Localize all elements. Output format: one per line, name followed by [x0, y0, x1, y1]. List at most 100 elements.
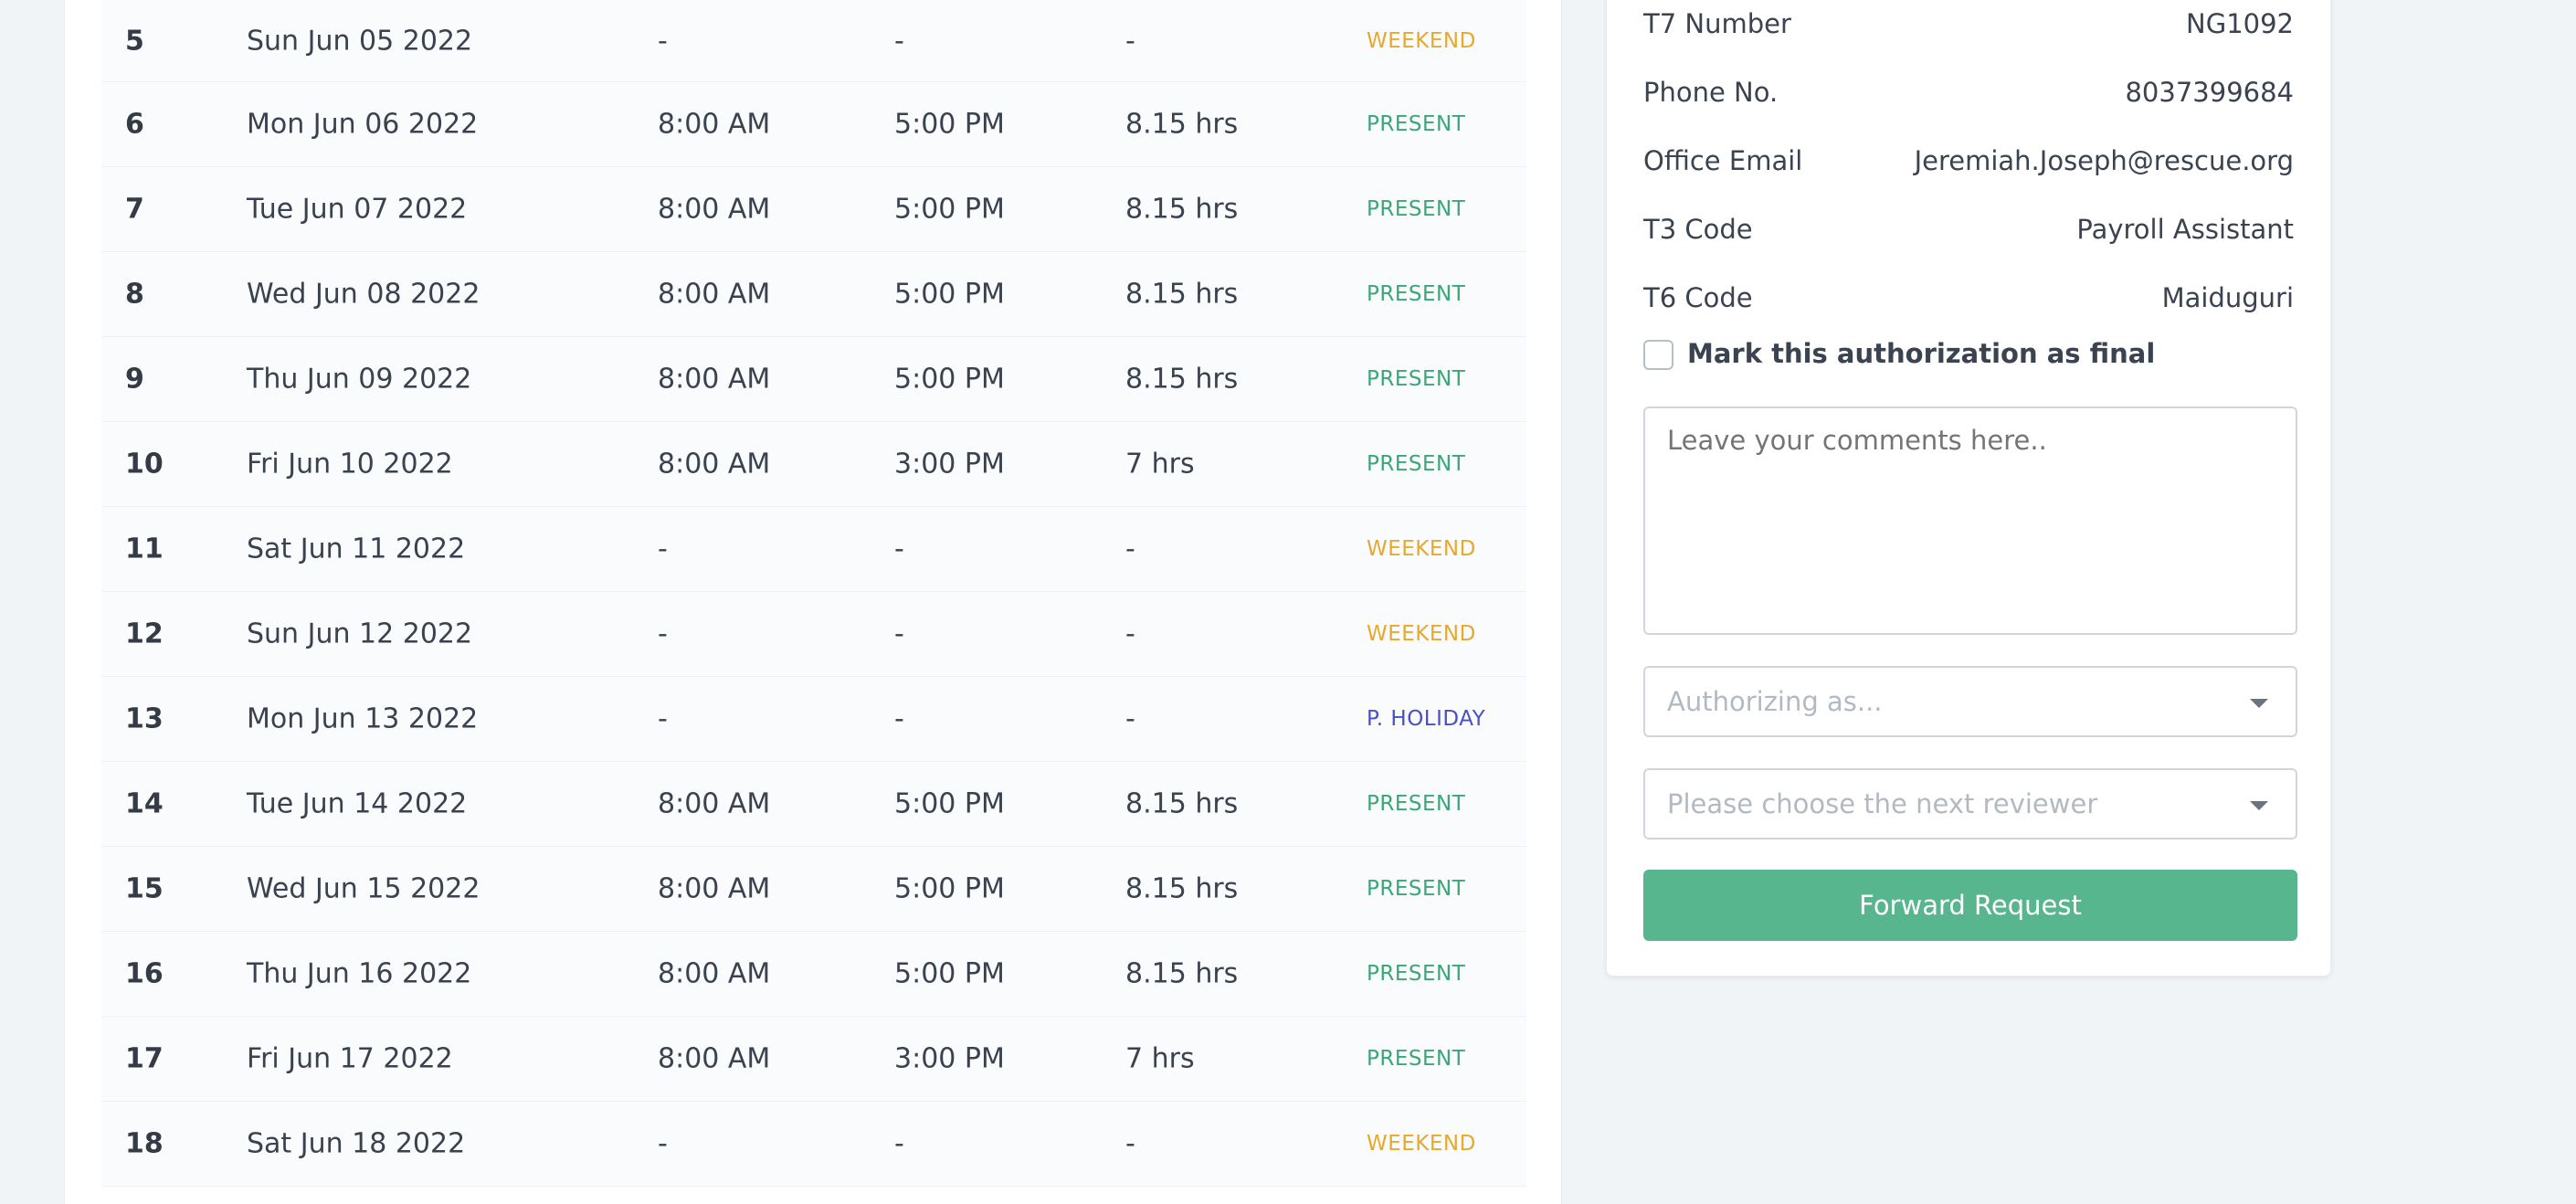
authorizing-as-placeholder: Authorizing as... — [1667, 686, 1883, 717]
row-hours: 8.15 hrs — [1125, 872, 1239, 905]
row-hours: 8.15 hrs — [1125, 108, 1239, 141]
row-number: 15 — [125, 872, 164, 905]
status-badge: PRESENT — [1367, 282, 1466, 306]
row-date: Sun Jun 12 2022 — [247, 618, 473, 650]
row-time-in: 8:00 AM — [658, 1042, 771, 1075]
row-hours: - — [1125, 533, 1135, 565]
info-value: Payroll Assistant — [2076, 214, 2294, 245]
row-time-out: 5:00 PM — [894, 787, 1005, 820]
info-row-t6-code: T6 Code Maiduguri — [1643, 282, 2294, 319]
status-badge: PRESENT — [1367, 877, 1466, 901]
table-row: 7 Tue Jun 07 2022 8:00 AM 5:00 PM 8.15 hrs PR… — [101, 167, 1526, 252]
row-time-out: - — [894, 618, 904, 650]
final-authorization-checkbox[interactable] — [1643, 340, 1673, 370]
row-time-in: 8:00 AM — [658, 957, 771, 990]
row-number: 8 — [125, 278, 144, 311]
info-value: Jeremiah.Joseph@rescue.org — [1914, 145, 2294, 176]
row-hours: 8.15 hrs — [1125, 278, 1239, 311]
chevron-down-icon — [2250, 801, 2268, 810]
row-number: 9 — [125, 363, 144, 396]
table-row: 10 Fri Jun 10 2022 8:00 AM 3:00 PM 7 hrs PRES… — [101, 422, 1526, 507]
comments-textarea[interactable] — [1643, 407, 2297, 635]
row-time-in: - — [658, 533, 668, 565]
row-date: Tue Jun 07 2022 — [247, 193, 468, 226]
row-date: Fri Jun 10 2022 — [247, 448, 453, 481]
final-authorization-label[interactable]: Mark this authorization as final — [1687, 338, 2155, 369]
row-number: 11 — [125, 533, 164, 565]
row-time-in: - — [658, 1127, 668, 1160]
status-badge: PRESENT — [1367, 367, 1466, 391]
chevron-down-icon — [2250, 699, 2268, 708]
row-time-in: 8:00 AM — [658, 872, 771, 905]
table-row: 15 Wed Jun 15 2022 8:00 AM 5:00 PM 8.15 hrs P… — [101, 847, 1526, 932]
attendance-table: 5 Sun Jun 05 2022 - - - WEEKEND 6 Mon Jun 06 20… — [101, 0, 1526, 1187]
table-row: 6 Mon Jun 06 2022 8:00 AM 5:00 PM 8.15 hrs PR… — [101, 82, 1526, 167]
row-number: 13 — [125, 702, 164, 735]
row-number: 18 — [125, 1127, 164, 1160]
row-hours: - — [1125, 25, 1135, 57]
row-date: Wed Jun 08 2022 — [247, 278, 480, 311]
table-row: 16 Thu Jun 16 2022 8:00 AM 5:00 PM 8.15 hrs P… — [101, 932, 1526, 1017]
row-time-out: 5:00 PM — [894, 108, 1005, 141]
table-row: 13 Mon Jun 13 2022 - - - P. HOLIDAY — [101, 677, 1526, 762]
row-time-out: 5:00 PM — [894, 957, 1005, 990]
row-time-out: 5:00 PM — [894, 363, 1005, 396]
row-time-out: - — [894, 25, 904, 57]
row-time-in: 8:00 AM — [658, 448, 771, 481]
info-value: NG1092 — [2186, 8, 2294, 39]
status-badge: WEEKEND — [1367, 1132, 1476, 1156]
row-hours: - — [1125, 702, 1135, 735]
row-time-out: - — [894, 533, 904, 565]
row-hours: 7 hrs — [1125, 448, 1195, 481]
info-label: Office Email — [1643, 145, 1803, 176]
authorization-panel: T7 Number NG1092 Phone No. 8037399684 Of… — [1606, 0, 2331, 977]
next-reviewer-select[interactable]: Please choose the next reviewer — [1643, 768, 2297, 840]
row-hours: 8.15 hrs — [1125, 363, 1239, 396]
info-row-office-email: Office Email Jeremiah.Joseph@rescue.org — [1643, 145, 2294, 182]
status-badge: WEEKEND — [1367, 537, 1476, 561]
row-number: 10 — [125, 448, 164, 481]
table-row: 5 Sun Jun 05 2022 - - - WEEKEND — [101, 0, 1526, 82]
authorizing-as-select[interactable]: Authorizing as... — [1643, 666, 2297, 737]
row-time-out: 3:00 PM — [894, 1042, 1005, 1075]
table-row: 14 Tue Jun 14 2022 8:00 AM 5:00 PM 8.15 hrs P… — [101, 762, 1526, 847]
status-badge: PRESENT — [1367, 962, 1466, 986]
row-date: Sat Jun 11 2022 — [247, 533, 466, 565]
row-time-in: - — [658, 618, 668, 650]
row-time-in: - — [658, 25, 668, 57]
attendance-card: 5 Sun Jun 05 2022 - - - WEEKEND 6 Mon Jun 06 20… — [64, 0, 1562, 1204]
row-date: Sat Jun 18 2022 — [247, 1127, 466, 1160]
row-time-in: 8:00 AM — [658, 108, 771, 141]
row-number: 7 — [125, 193, 144, 226]
status-badge: WEEKEND — [1367, 28, 1476, 53]
info-value: Maiduguri — [2161, 282, 2294, 313]
forward-request-button[interactable]: Forward Request — [1643, 870, 2297, 941]
status-badge: WEEKEND — [1367, 622, 1476, 646]
row-hours: - — [1125, 1127, 1135, 1160]
row-date: Thu Jun 16 2022 — [247, 957, 472, 990]
row-hours: - — [1125, 618, 1135, 650]
row-date: Thu Jun 09 2022 — [247, 363, 472, 396]
row-date: Fri Jun 17 2022 — [247, 1042, 453, 1075]
row-time-out: 5:00 PM — [894, 278, 1005, 311]
info-label: T6 Code — [1643, 282, 1753, 313]
row-date: Wed Jun 15 2022 — [247, 872, 480, 905]
row-number: 5 — [125, 25, 144, 57]
row-number: 12 — [125, 618, 164, 650]
row-time-out: - — [894, 702, 904, 735]
table-row: 18 Sat Jun 18 2022 - - - WEEKEND — [101, 1102, 1526, 1187]
status-badge: PRESENT — [1367, 112, 1466, 136]
row-hours: 8.15 hrs — [1125, 787, 1239, 820]
row-time-in: 8:00 AM — [658, 787, 771, 820]
row-number: 6 — [125, 108, 144, 141]
row-number: 16 — [125, 957, 164, 990]
status-badge: PRESENT — [1367, 452, 1466, 476]
row-date: Mon Jun 06 2022 — [247, 108, 479, 141]
row-hours: 8.15 hrs — [1125, 193, 1239, 226]
info-label: T7 Number — [1643, 8, 1791, 39]
table-row: 12 Sun Jun 12 2022 - - - WEEKEND — [101, 592, 1526, 677]
row-time-out: 5:00 PM — [894, 872, 1005, 905]
row-hours: 7 hrs — [1125, 1042, 1195, 1075]
info-row-t7-number: T7 Number NG1092 — [1643, 8, 2294, 45]
info-label: T3 Code — [1643, 214, 1753, 245]
